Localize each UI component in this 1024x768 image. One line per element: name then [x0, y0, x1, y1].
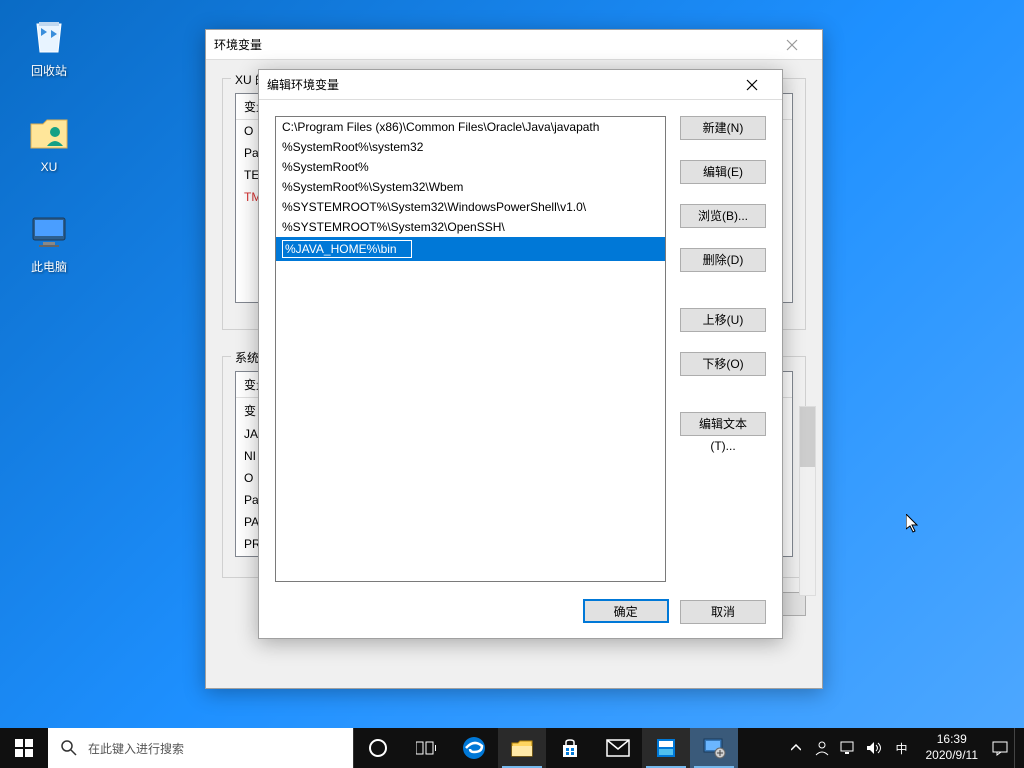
tray-overflow-button[interactable] — [784, 728, 808, 768]
dialog-title: 环境变量 — [214, 36, 769, 53]
list-item[interactable]: %SystemRoot%\System32\Wbem — [276, 177, 665, 197]
tray-ime-indicator[interactable]: 中 — [888, 728, 916, 768]
network-icon — [839, 740, 857, 756]
mail-icon — [606, 739, 630, 757]
system-tray: 中 16:39 2020/9/11 — [780, 728, 1024, 768]
taskbar-search[interactable]: 在此键入进行搜索 — [48, 728, 354, 768]
taskbar-app-system[interactable] — [690, 728, 738, 768]
task-view-button[interactable] — [402, 728, 450, 768]
tray-clock[interactable]: 16:39 2020/9/11 — [918, 732, 987, 763]
edit-button[interactable]: 编辑(E) — [680, 160, 766, 184]
notifications-icon — [991, 740, 1009, 756]
cortana-icon — [368, 738, 388, 758]
list-item[interactable]: %SYSTEMROOT%\System32\OpenSSH\ — [276, 217, 665, 237]
desktop-icon-this-pc[interactable]: 此电脑 — [12, 206, 86, 275]
cortana-button[interactable] — [354, 728, 402, 768]
edit-environment-variable-dialog: 编辑环境变量 C:\Program Files (x86)\Common Fil… — [258, 69, 783, 639]
search-placeholder: 在此键入进行搜索 — [88, 740, 184, 757]
desktop-icon-label: 此电脑 — [12, 258, 86, 275]
move-up-button[interactable]: 上移(U) — [680, 308, 766, 332]
show-desktop-button[interactable] — [1014, 728, 1020, 768]
recycle-bin-icon — [25, 10, 73, 58]
close-button[interactable] — [729, 71, 774, 99]
dialog-bottom-buttons: 确定 取消 — [575, 599, 766, 624]
taskbar-app-store[interactable] — [546, 728, 594, 768]
tray-network-icon[interactable] — [836, 728, 860, 768]
folder-user-icon — [25, 108, 73, 156]
list-item[interactable]: %SystemRoot%\system32 — [276, 137, 665, 157]
task-view-icon — [416, 740, 436, 756]
start-button[interactable] — [0, 728, 48, 768]
dialog-title: 编辑环境变量 — [267, 76, 729, 93]
taskbar-app-explorer[interactable] — [498, 728, 546, 768]
desktop-icon-label: 回收站 — [12, 62, 86, 79]
windows-logo-icon — [15, 739, 33, 757]
list-item[interactable]: %SystemRoot% — [276, 157, 665, 177]
desktop-icon-label: XU — [12, 160, 86, 174]
scrollbar[interactable] — [799, 406, 816, 596]
side-buttons: 新建(N) 编辑(E) 浏览(B)... 删除(D) 上移(U) 下移(O) 编… — [680, 116, 766, 582]
this-pc-icon — [25, 206, 73, 254]
ok-button[interactable]: 确定 — [583, 599, 669, 623]
scrollbar-thumb[interactable] — [800, 407, 815, 467]
move-down-button[interactable]: 下移(O) — [680, 352, 766, 376]
edge-icon — [462, 736, 486, 760]
settings-panel-icon — [655, 737, 677, 759]
taskbar: 在此键入进行搜索 中 16:39 — [0, 728, 1024, 768]
browse-button[interactable]: 浏览(B)... — [680, 204, 766, 228]
dialog-titlebar[interactable]: 编辑环境变量 — [259, 70, 782, 100]
clock-date: 2020/9/11 — [926, 748, 979, 764]
desktop-icon-recycle-bin[interactable]: 回收站 — [12, 10, 86, 79]
chevron-up-icon — [791, 744, 801, 752]
tray-volume-icon[interactable] — [862, 728, 886, 768]
clock-time: 16:39 — [926, 732, 979, 748]
tray-notifications-button[interactable] — [988, 728, 1012, 768]
system-properties-icon — [702, 737, 726, 759]
taskbar-app-settings[interactable] — [642, 728, 690, 768]
dialog-titlebar[interactable]: 环境变量 — [206, 30, 822, 60]
list-item-editing[interactable] — [276, 237, 665, 261]
path-entries-list[interactable]: C:\Program Files (x86)\Common Files\Orac… — [275, 116, 666, 582]
new-button[interactable]: 新建(N) — [680, 116, 766, 140]
close-button[interactable] — [769, 31, 814, 59]
tray-people-icon[interactable] — [810, 728, 834, 768]
list-item[interactable]: C:\Program Files (x86)\Common Files\Orac… — [276, 117, 665, 137]
close-icon — [746, 79, 758, 91]
cancel-button[interactable]: 取消 — [680, 600, 766, 624]
taskbar-app-edge[interactable] — [450, 728, 498, 768]
search-icon — [60, 739, 78, 757]
file-explorer-icon — [511, 738, 533, 758]
store-icon — [559, 737, 581, 759]
list-item[interactable]: %SYSTEMROOT%\System32\WindowsPowerShell\… — [276, 197, 665, 217]
close-icon — [786, 39, 798, 51]
desktop-icon-xu-folder[interactable]: XU — [12, 108, 86, 174]
volume-icon — [865, 740, 883, 756]
people-icon — [813, 739, 831, 757]
taskbar-app-mail[interactable] — [594, 728, 642, 768]
path-edit-input[interactable] — [282, 240, 412, 258]
delete-button[interactable]: 删除(D) — [680, 248, 766, 272]
edit-text-button[interactable]: 编辑文本(T)... — [680, 412, 766, 436]
